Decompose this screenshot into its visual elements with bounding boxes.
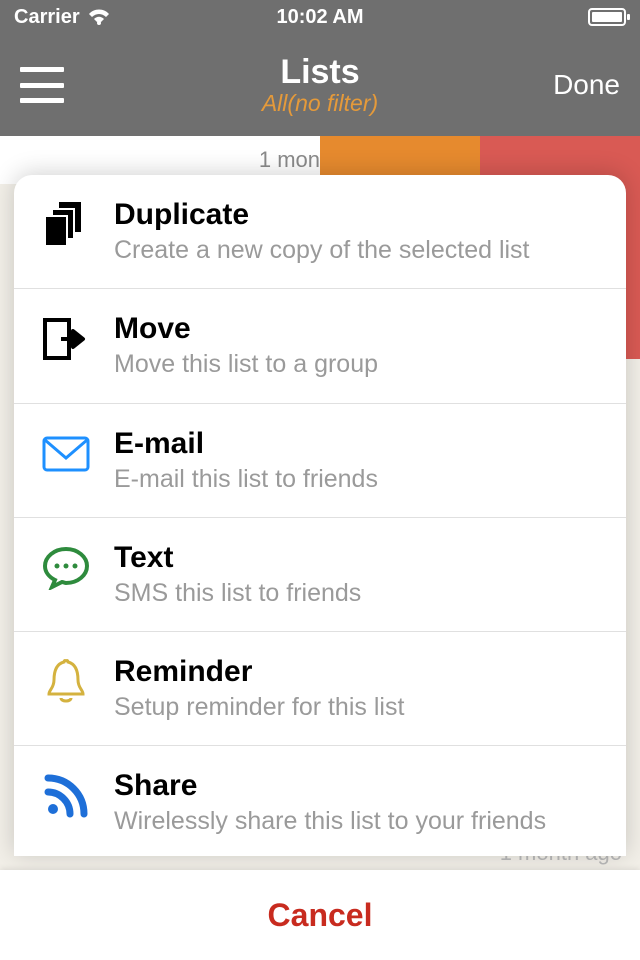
action-subtitle: E-mail this list to friends [114, 464, 604, 495]
action-email[interactable]: E-mail E-mail this list to friends [14, 404, 626, 518]
duplicate-icon [42, 201, 90, 249]
sms-icon [42, 544, 90, 592]
email-icon [42, 430, 90, 478]
rss-icon [42, 772, 90, 820]
battery-icon [588, 8, 626, 26]
action-title: E-mail [114, 426, 604, 462]
nav-bar: Lists All(no filter) Done [0, 34, 640, 136]
cancel-label: Cancel [268, 897, 373, 934]
action-subtitle: Create a new copy of the selected list [114, 235, 604, 266]
page-title: Lists [0, 54, 640, 91]
move-icon [42, 315, 90, 363]
screen: Carrier 10:02 AM Lists All(no filter) Do… [0, 0, 640, 960]
action-move[interactable]: Move Move this list to a group [14, 289, 626, 403]
action-sheet: Duplicate Create a new copy of the selec… [14, 175, 626, 856]
action-subtitle: Move this list to a group [114, 349, 604, 380]
action-title: Share [114, 768, 604, 804]
action-share[interactable]: Share Wirelessly share this list to your… [14, 746, 626, 856]
cancel-button[interactable]: Cancel [0, 870, 640, 960]
status-bar: Carrier 10:02 AM [0, 0, 640, 34]
carrier-label: Carrier [14, 6, 80, 29]
action-title: Text [114, 540, 604, 576]
page-subtitle: All(no filter) [0, 91, 640, 116]
wifi-icon [88, 9, 110, 25]
action-title: Duplicate [114, 197, 604, 233]
action-reminder[interactable]: Reminder Setup reminder for this list [14, 632, 626, 746]
menu-button[interactable] [20, 67, 64, 103]
action-title: Move [114, 311, 604, 347]
action-subtitle: Setup reminder for this list [114, 692, 604, 723]
action-duplicate[interactable]: Duplicate Create a new copy of the selec… [14, 175, 626, 289]
action-text[interactable]: Text SMS this list to friends [14, 518, 626, 632]
done-button[interactable]: Done [553, 69, 620, 101]
action-subtitle: Wirelessly share this list to your frien… [114, 806, 604, 837]
action-title: Reminder [114, 654, 604, 690]
bell-icon [42, 658, 90, 706]
action-subtitle: SMS this list to friends [114, 578, 604, 609]
